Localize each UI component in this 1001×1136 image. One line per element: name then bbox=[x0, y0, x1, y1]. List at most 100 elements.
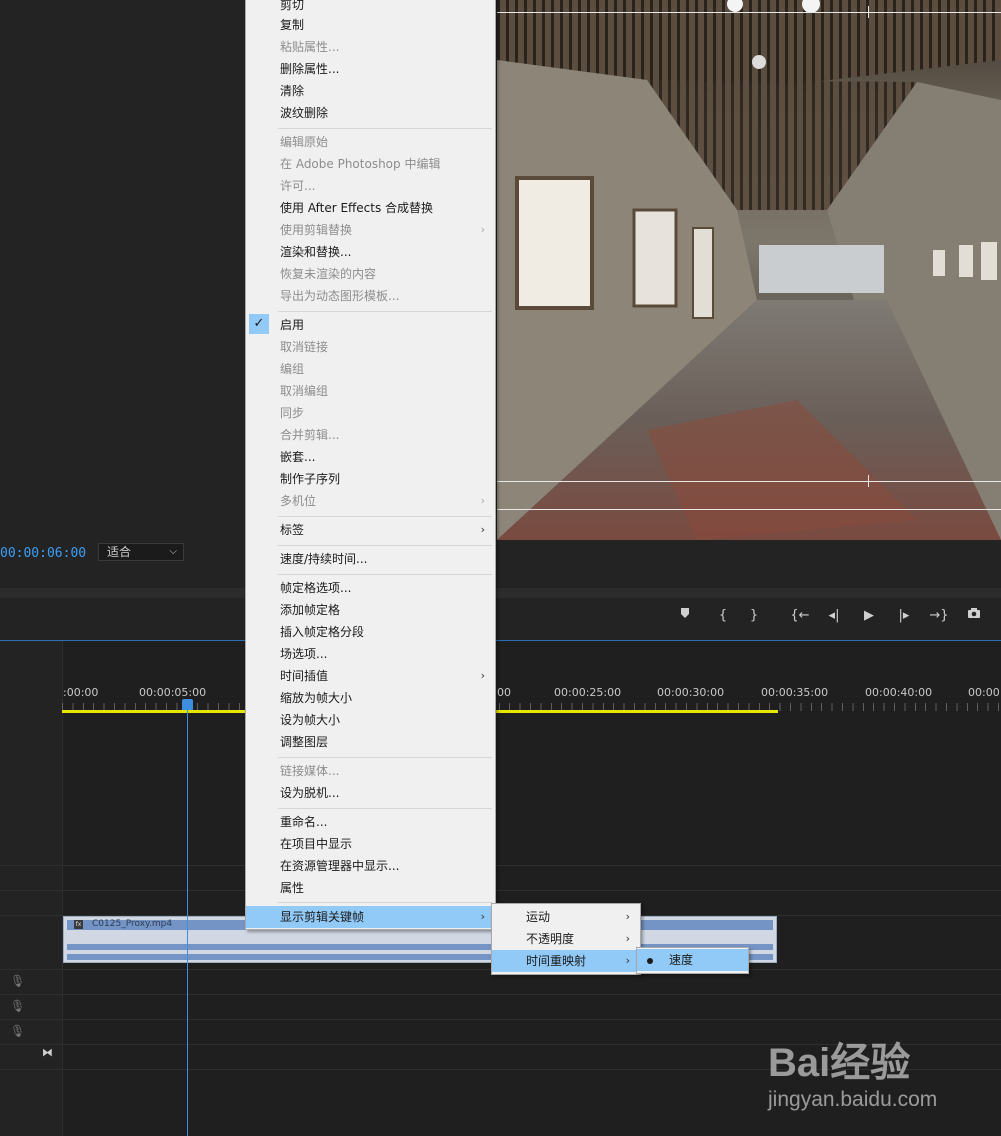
zoom-fit-select[interactable]: 适合 ⌵ bbox=[98, 543, 184, 561]
context-menu-item[interactable]: 渲染和替换... bbox=[246, 241, 495, 263]
context-menu-item-label: 制作子序列 bbox=[280, 472, 341, 486]
safe-margin-tick-top bbox=[868, 6, 869, 18]
context-menu-item-label: 恢复未渲染的内容 bbox=[280, 267, 377, 281]
context-menu-item[interactable]: 在项目中显示 bbox=[246, 833, 495, 855]
context-menu-item[interactable]: 启用 bbox=[246, 314, 495, 336]
context-menu-item: 多机位 › bbox=[246, 490, 495, 512]
context-menu-item-label: 导出为动态图形模板... bbox=[280, 289, 400, 303]
context-menu-item-label: 许可... bbox=[280, 179, 316, 193]
keyframe-submenu-item[interactable]: 运动 › bbox=[492, 906, 640, 928]
context-menu-item-label: 启用 bbox=[280, 318, 305, 332]
go-to-out-icon[interactable]: →} bbox=[928, 606, 950, 626]
program-monitor-video[interactable] bbox=[497, 0, 1001, 540]
context-menu-item: 取消链接 bbox=[246, 336, 495, 358]
context-menu-item[interactable]: 添加帧定格 bbox=[246, 599, 495, 621]
context-menu-item[interactable]: 制作子序列 bbox=[246, 468, 495, 490]
time-remap-item-speed[interactable]: 速度 bbox=[637, 949, 748, 971]
ruler-label: :00:00 bbox=[63, 686, 99, 699]
context-menu-item: 取消编组 bbox=[246, 380, 495, 402]
chevron-right-icon: › bbox=[625, 954, 630, 967]
watermark-url: jingyan.baidu.com bbox=[768, 1088, 938, 1111]
ruler-label: 00:00:40:00 bbox=[865, 686, 933, 699]
step-back-icon[interactable]: ◂| bbox=[823, 606, 845, 626]
track-divider bbox=[0, 890, 1001, 891]
context-menu-item-label: 取消链接 bbox=[280, 340, 329, 354]
context-menu-item-label: 场选项... bbox=[280, 647, 328, 661]
context-menu-item[interactable]: 在资源管理器中显示... bbox=[246, 855, 495, 877]
context-menu-item-label: 显示剪辑关键帧 bbox=[280, 910, 365, 924]
monitor-scrub-bar[interactable] bbox=[0, 588, 1001, 598]
context-menu-item[interactable]: 时间插值 › bbox=[246, 665, 495, 687]
context-menu-item[interactable]: 清除 bbox=[246, 80, 495, 102]
context-menu-item-label: 属性 bbox=[280, 881, 305, 895]
go-to-in-icon[interactable]: {← bbox=[789, 606, 811, 626]
context-menu-item[interactable]: 调整图层 bbox=[246, 731, 495, 753]
context-menu-item-label: 清除 bbox=[280, 84, 305, 98]
context-menu-item[interactable]: 嵌套... bbox=[246, 446, 495, 468]
step-forward-icon[interactable]: |▸ bbox=[893, 606, 915, 626]
context-menu-item[interactable]: 属性 bbox=[246, 877, 495, 899]
microphone-icon[interactable]: 🎙 bbox=[10, 974, 25, 990]
context-menu-item[interactable]: 插入帧定格分段 bbox=[246, 621, 495, 643]
context-menu-item[interactable]: 波纹删除 bbox=[246, 102, 495, 124]
context-menu-item-label: 速度/持续时间... bbox=[280, 552, 368, 566]
context-menu-item[interactable]: 复制 bbox=[246, 14, 495, 36]
microphone-icon[interactable]: 🎙 bbox=[10, 1024, 25, 1040]
mark-in-icon[interactable]: { bbox=[712, 606, 734, 626]
context-menu-item-label: 粘贴属性... bbox=[280, 40, 340, 54]
chevron-right-icon: › bbox=[480, 494, 485, 507]
context-menu-item-label: 设为帧大小 bbox=[280, 713, 341, 727]
context-menu-item[interactable]: 使用 After Effects 合成替换 bbox=[246, 197, 495, 219]
context-menu-item[interactable]: 标签 › bbox=[246, 519, 495, 541]
context-menu-item[interactable]: 重命名... bbox=[246, 811, 495, 833]
context-menu-item[interactable]: 显示剪辑关键帧 › bbox=[246, 906, 495, 928]
ruler-label: 00:00:05:00 bbox=[139, 686, 207, 699]
menu-separator bbox=[278, 128, 492, 129]
context-menu-item[interactable]: 设为帧大小 bbox=[246, 709, 495, 731]
chevron-down-icon: ⌵ bbox=[169, 546, 177, 557]
play-icon[interactable]: ▶ bbox=[858, 606, 880, 626]
mark-out-icon[interactable]: } bbox=[743, 606, 765, 626]
clip-name: C0125_Proxy.mp4 bbox=[92, 919, 173, 929]
keyframe-submenu-item-label: 不透明度 bbox=[526, 932, 575, 946]
ruler-label: 00 bbox=[497, 686, 511, 699]
context-menu-item-label: 缩放为帧大小 bbox=[280, 691, 353, 705]
chevron-right-icon: › bbox=[480, 523, 485, 536]
context-menu-item: 粘贴属性... bbox=[246, 36, 495, 58]
keyframe-submenu-item[interactable]: 不透明度 › bbox=[492, 928, 640, 950]
context-menu-item-label: 使用剪辑替换 bbox=[280, 223, 353, 237]
track-divider bbox=[0, 865, 1001, 866]
zoom-fit-value: 适合 bbox=[107, 545, 132, 559]
context-menu-item[interactable]: 删除属性... bbox=[246, 58, 495, 80]
export-frame-icon[interactable] bbox=[963, 606, 985, 626]
playhead-timecode[interactable]: 00:00:06:00 bbox=[0, 546, 86, 561]
context-menu-item[interactable]: 帧定格选项... bbox=[246, 577, 495, 599]
playhead-handle[interactable] bbox=[182, 699, 193, 710]
fx-badge-icon: fx bbox=[74, 920, 83, 929]
context-menu-item-label: 使用 After Effects 合成替换 bbox=[280, 201, 434, 215]
ruler-label: 00:00:35:00 bbox=[761, 686, 829, 699]
track-divider bbox=[0, 1019, 1001, 1020]
context-menu-item-label: 波纹删除 bbox=[280, 106, 329, 120]
context-menu-item: 同步 bbox=[246, 402, 495, 424]
context-menu-item: 链接媒体... bbox=[246, 760, 495, 782]
context-menu-item-label: 同步 bbox=[280, 406, 305, 420]
context-menu-item-label: 编辑原始 bbox=[280, 135, 329, 149]
context-menu-item[interactable]: 速度/持续时间... bbox=[246, 548, 495, 570]
keyframe-submenu-item[interactable]: 时间重映射 › bbox=[492, 950, 640, 972]
keyframe-submenu-item-label: 时间重映射 bbox=[526, 954, 587, 968]
add-marker-icon[interactable] bbox=[674, 606, 696, 626]
context-menu-item[interactable]: 设为脱机... bbox=[246, 782, 495, 804]
context-menu-item-label: 添加帧定格 bbox=[280, 603, 341, 617]
safe-margin-tick-bottom bbox=[868, 475, 869, 487]
context-menu-item[interactable]: 场选项... bbox=[246, 643, 495, 665]
safe-margin-bottom bbox=[497, 481, 1001, 482]
master-audio-icon[interactable]: ⧓ bbox=[42, 1046, 53, 1059]
microphone-icon[interactable]: 🎙 bbox=[10, 999, 25, 1015]
context-menu-item[interactable]: 缩放为帧大小 bbox=[246, 687, 495, 709]
context-menu-item-label: 在 Adobe Photoshop 中编辑 bbox=[280, 157, 441, 171]
chevron-right-icon: › bbox=[480, 223, 485, 236]
menu-separator bbox=[278, 902, 492, 903]
context-menu-item-label: 调整图层 bbox=[280, 735, 329, 749]
keyframe-submenu-item-label: 运动 bbox=[526, 910, 551, 924]
